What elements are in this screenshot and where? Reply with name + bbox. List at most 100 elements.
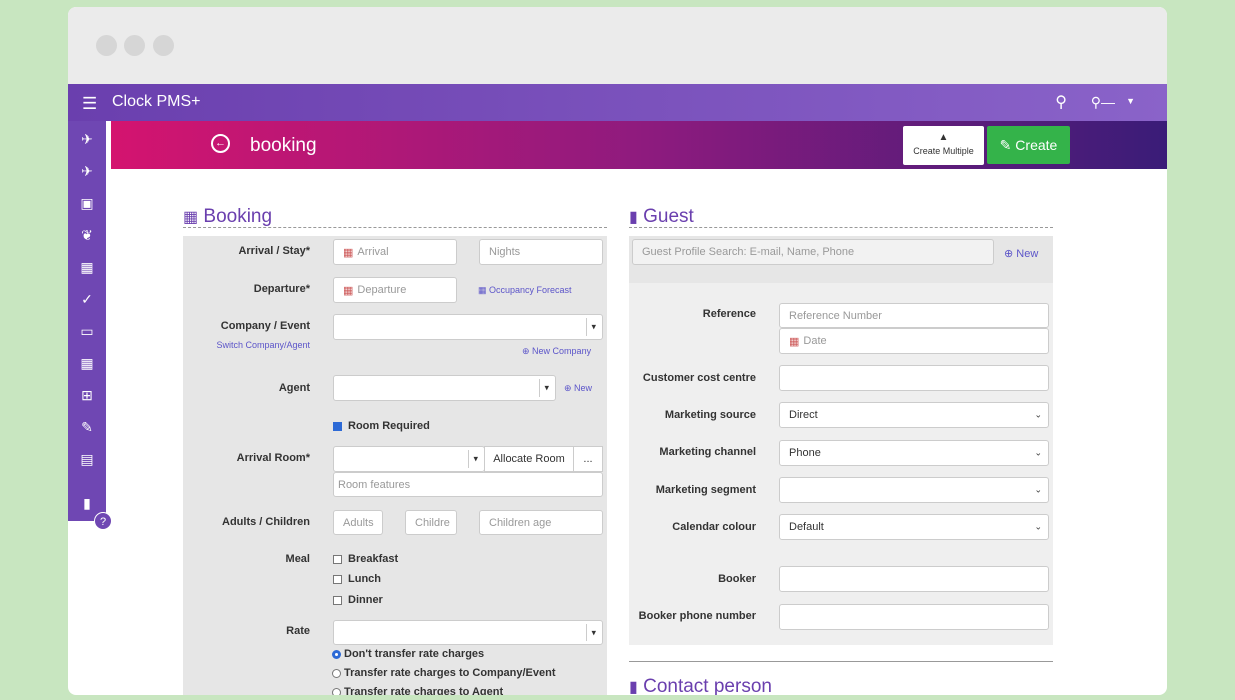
app-title: Clock PMS+ — [112, 93, 201, 110]
calendar-icon: ▦ — [343, 284, 354, 297]
checkbox-box[interactable] — [333, 421, 342, 431]
occupancy-forecast-link[interactable]: ▦ Occupancy Forecast — [478, 285, 572, 296]
children-age-field[interactable]: Children age — [479, 510, 603, 535]
guest-search-placeholder: Guest Profile Search: E-mail, Name, Phon… — [642, 246, 855, 258]
rate-option-radio[interactable]: Transfer rate charges to Company/Event — [332, 667, 556, 679]
cost-centre-label: Customer cost centre — [642, 372, 756, 384]
marketing-source-label: Marketing source — [664, 409, 756, 421]
new-company-link[interactable]: ⊕ New Company — [522, 346, 591, 357]
new-company-label: New Company — [532, 346, 592, 356]
more-button[interactable]: ... — [573, 446, 603, 472]
company-event-label: Company / Event — [220, 320, 310, 332]
booker-phone-field[interactable] — [779, 604, 1049, 630]
guest-search-field[interactable]: Guest Profile Search: E-mail, Name, Phon… — [632, 239, 994, 265]
document-icon[interactable]: ▤ — [68, 451, 106, 468]
rate-select[interactable]: ▾ — [333, 620, 603, 645]
lunch-checkbox[interactable]: Lunch — [333, 573, 381, 585]
dinner-label: Dinner — [348, 594, 383, 606]
date-placeholder: Date — [803, 335, 827, 347]
agent-select[interactable]: ▾ — [333, 375, 556, 401]
children-field[interactable]: Childrе — [405, 510, 457, 535]
departure-label: Departure* — [253, 283, 310, 295]
new-guest-label: New — [1016, 248, 1039, 260]
window-dot[interactable] — [96, 35, 117, 56]
radio-button[interactable] — [332, 687, 341, 695]
caret-down-icon: ▾ — [473, 453, 478, 464]
calendar-icon: ▦ — [343, 246, 354, 259]
pencil-icon[interactable]: ✎ — [68, 419, 106, 436]
chevron-down-icon: ⌄ — [1034, 484, 1042, 495]
checkbox-box[interactable] — [333, 574, 342, 584]
dropdown-divider — [539, 379, 540, 397]
book-icon[interactable]: ▮ — [68, 495, 106, 512]
date-field[interactable]: ▦ Date — [779, 328, 1049, 354]
radio-button[interactable] — [332, 649, 341, 659]
help-icon[interactable]: ? — [94, 512, 112, 530]
search-icon[interactable]: ⚲ — [1055, 92, 1067, 112]
create-multiple-button[interactable]: ▲ Create Multiple — [903, 126, 984, 165]
contact-title: Contact person — [643, 676, 772, 695]
booking-title: Booking — [203, 206, 273, 227]
arrival-field[interactable]: ▦ Arrival — [333, 239, 457, 265]
radio-button[interactable] — [332, 668, 341, 678]
new-guest-link[interactable]: ⊕ New — [1004, 247, 1038, 260]
calendar-colour-select[interactable]: Default ⌄ — [779, 514, 1049, 540]
breakfast-checkbox[interactable]: Breakfast — [333, 553, 398, 565]
marketing-segment-select[interactable]: ⌄ — [779, 477, 1049, 503]
arrival-placeholder: Arrival — [357, 246, 389, 258]
cost-centre-field[interactable] — [779, 365, 1049, 391]
window-dot[interactable] — [124, 35, 145, 56]
adults-field[interactable]: Adults — [333, 510, 383, 535]
allocate-room-button[interactable]: Allocate Room — [484, 446, 574, 472]
agent-label: Agent — [278, 382, 310, 394]
departure-icon[interactable]: ✈ — [68, 131, 106, 148]
occupancy-forecast-label: Occupancy Forecast — [489, 285, 572, 295]
checkbox-box[interactable] — [333, 554, 342, 564]
rate-option-radio[interactable]: Don't transfer rate charges — [332, 648, 484, 660]
departure-field[interactable]: ▦ Departure — [333, 277, 457, 303]
arrival-room-select[interactable]: ▾ — [333, 446, 485, 472]
marketing-channel-select[interactable]: Phone ⌄ — [779, 440, 1049, 466]
new-agent-link[interactable]: ⊕ New — [564, 383, 592, 394]
grid-icon[interactable]: ⊞ — [68, 387, 106, 404]
calendar-icon[interactable]: ▦ — [68, 355, 106, 372]
marketing-source-select[interactable]: Direct ⌄ — [779, 402, 1049, 428]
caret-down-icon: ▾ — [591, 627, 596, 637]
create-label: Create — [1015, 137, 1058, 153]
booker-field[interactable] — [779, 566, 1049, 592]
check-icon[interactable]: ✓ — [68, 291, 106, 308]
rate-option-radio[interactable]: Transfer rate charges to Agent — [332, 686, 503, 695]
switch-company-agent-link[interactable]: Switch Company/Agent — [188, 340, 310, 350]
menu-icon[interactable]: ☰ — [82, 94, 97, 114]
chevron-down-icon: ⌄ — [1034, 521, 1042, 532]
arrival-icon[interactable]: ✈ — [68, 163, 106, 180]
dinner-checkbox[interactable]: Dinner — [333, 594, 383, 606]
calendar-icon[interactable]: ▦ — [68, 259, 106, 276]
checkbox-box[interactable] — [333, 595, 342, 605]
reference-field[interactable]: Reference Number — [779, 303, 1049, 328]
departure-placeholder: Departure — [357, 284, 407, 296]
key-icon[interactable]: ⚲— — [1091, 94, 1115, 111]
breakfast-label: Breakfast — [348, 553, 399, 565]
create-button[interactable]: ✎ Create — [987, 126, 1070, 164]
marketing-source-value: Direct — [789, 409, 818, 421]
bed-icon[interactable]: ▣ — [68, 195, 106, 212]
company-event-select[interactable]: ▾ — [333, 314, 603, 340]
reference-placeholder: Reference Number — [789, 309, 882, 322]
rate-option-label: Transfer rate charges to Agent — [344, 686, 504, 695]
room-required-checkbox[interactable]: Room Required — [333, 420, 430, 432]
back-icon[interactable]: ← — [211, 134, 230, 153]
allocate-room-label: Allocate Room — [493, 453, 565, 465]
calendar-icon: ▦ — [183, 209, 199, 226]
room-features-field[interactable]: Room features — [333, 472, 603, 497]
booker-phone-label: Booker phone number — [638, 610, 756, 622]
window-dot[interactable] — [153, 35, 174, 56]
nights-field[interactable]: Nights — [479, 239, 603, 265]
leaf-icon[interactable]: ❦ — [68, 227, 106, 244]
caret-down-icon: ▾ — [591, 321, 596, 332]
caret-down-icon[interactable]: ▼ — [1126, 96, 1135, 106]
arrival-room-label: Arrival Room* — [236, 452, 310, 464]
adults-children-label: Adults / Children — [222, 516, 310, 528]
monitor-icon[interactable]: ▭ — [68, 323, 106, 340]
rate-option-label: Transfer rate charges to Company/Event — [344, 667, 556, 679]
